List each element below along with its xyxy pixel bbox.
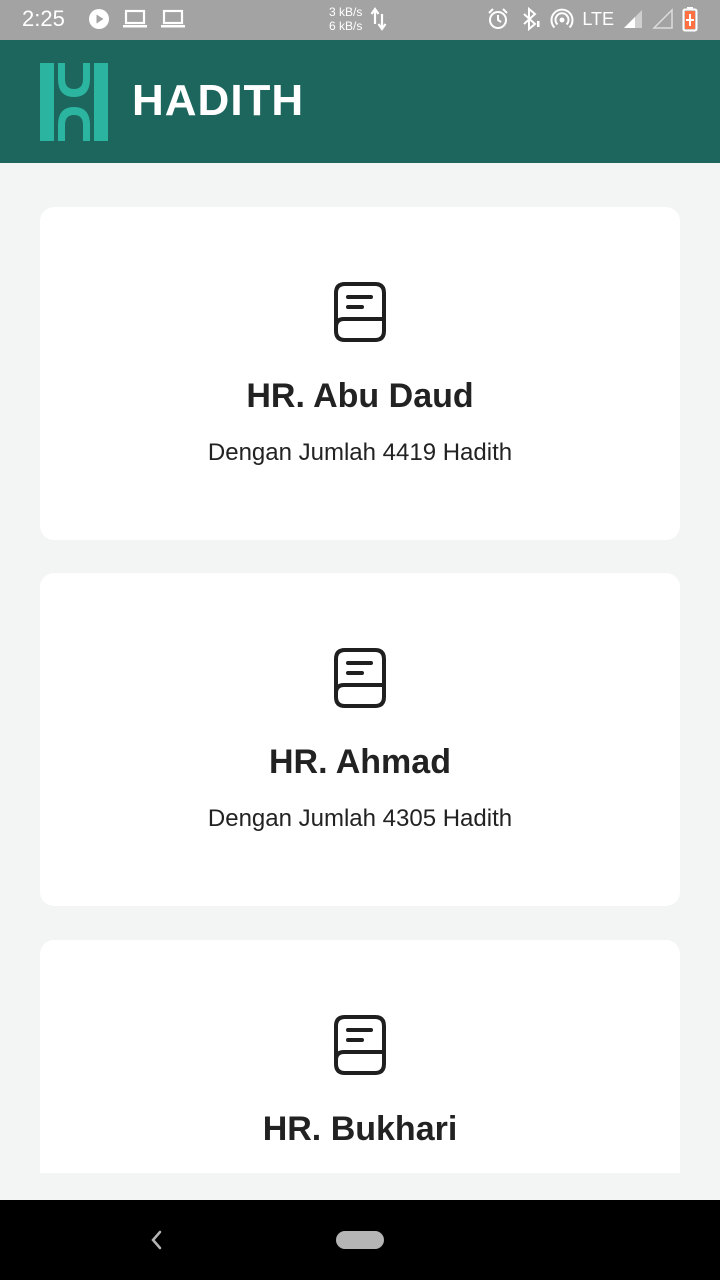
card-subtitle: Dengan Jumlah 4305 Hadith — [207, 805, 513, 832]
speed-up: 3 kB/s — [329, 5, 363, 19]
signal-empty-icon — [652, 8, 673, 29]
app-bar: HADITH — [0, 40, 720, 163]
card-title: HR. Bukhari — [262, 1110, 458, 1148]
laptop-icon — [161, 9, 185, 28]
alarm-icon — [488, 8, 509, 29]
battery-icon — [682, 7, 698, 32]
card-subtitle: Dengan Jumlah 4419 Hadith — [207, 439, 513, 466]
navigation-bar — [0, 1200, 720, 1280]
network-speed: 3 kB/s 6 kB/s — [329, 5, 362, 33]
bluetooth-icon — [523, 7, 540, 31]
app-title: HADITH — [132, 76, 305, 125]
book-icon — [334, 648, 386, 708]
hadith-card-bukhari[interactable]: HR. Bukhari — [40, 940, 680, 1173]
signal-icon — [624, 10, 642, 28]
card-title: HR. Abu Daud — [246, 377, 474, 415]
hotspot-icon — [550, 8, 574, 29]
system-icons: LTE — [486, 6, 698, 32]
hadith-logo-icon — [40, 63, 108, 141]
hadith-card-ahmad[interactable]: HR. Ahmad Dengan Jumlah 4305 Hadith — [40, 573, 680, 906]
network-type: LTE — [582, 8, 614, 29]
play-icon — [89, 9, 109, 29]
home-button[interactable] — [336, 1231, 384, 1249]
speed-down: 6 kB/s — [329, 19, 363, 33]
back-icon[interactable] — [143, 1226, 169, 1254]
status-bar: 2:25 3 kB/s 6 kB/s LTE — [0, 0, 720, 40]
laptop-icon — [123, 9, 147, 28]
status-time: 2:25 — [22, 6, 65, 31]
card-title: HR. Ahmad — [269, 743, 451, 781]
book-icon — [334, 282, 386, 342]
notification-icons — [88, 8, 186, 30]
book-icon — [334, 1015, 386, 1075]
hadith-card-abu-daud[interactable]: HR. Abu Daud Dengan Jumlah 4419 Hadith — [40, 207, 680, 540]
data-transfer-icon — [370, 7, 387, 31]
hadith-list[interactable]: HR. Abu Daud Dengan Jumlah 4419 Hadith H… — [0, 163, 720, 1173]
